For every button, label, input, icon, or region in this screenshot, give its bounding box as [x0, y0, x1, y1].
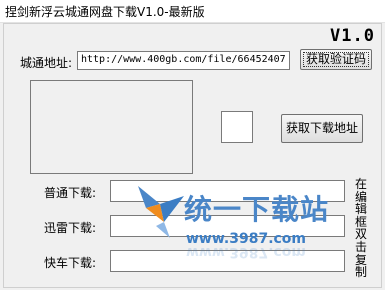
get-download-link-button-label: 获取下载地址 — [285, 121, 358, 135]
version-label: V1.0 — [330, 26, 375, 46]
captcha-image — [30, 80, 193, 174]
url-input[interactable]: http://www.400gb.com/file/66452407 — [77, 51, 290, 70]
url-label: 城通地址: — [20, 56, 73, 70]
normal-download-field[interactable] — [110, 180, 345, 202]
captcha-input[interactable] — [221, 111, 253, 143]
normal-download-label: 普通下载: — [44, 186, 97, 200]
get-captcha-button-label: 获取验证码 — [305, 52, 366, 66]
window-title: 捏剑新浮云城通网盘下载V1.0-最新版 — [5, 5, 205, 19]
kuaiche-download-label: 快车下载: — [44, 256, 97, 270]
double-click-copy-hint: 在编辑框双击复制 — [355, 177, 368, 280]
xunlei-download-label: 迅雷下载: — [44, 221, 97, 235]
title-bar: 捏剑新浮云城通网盘下载V1.0-最新版 — [0, 0, 385, 23]
main-panel: V1.0 城通地址: http://www.400gb.com/file/664… — [3, 23, 382, 288]
get-captcha-button[interactable]: 获取验证码 — [300, 49, 372, 70]
xunlei-download-field[interactable] — [110, 215, 345, 237]
get-download-link-button[interactable]: 获取下载地址 — [281, 114, 363, 143]
kuaiche-download-field[interactable] — [110, 250, 345, 272]
app-window: 捏剑新浮云城通网盘下载V1.0-最新版 V1.0 城通地址: http://ww… — [0, 0, 385, 290]
